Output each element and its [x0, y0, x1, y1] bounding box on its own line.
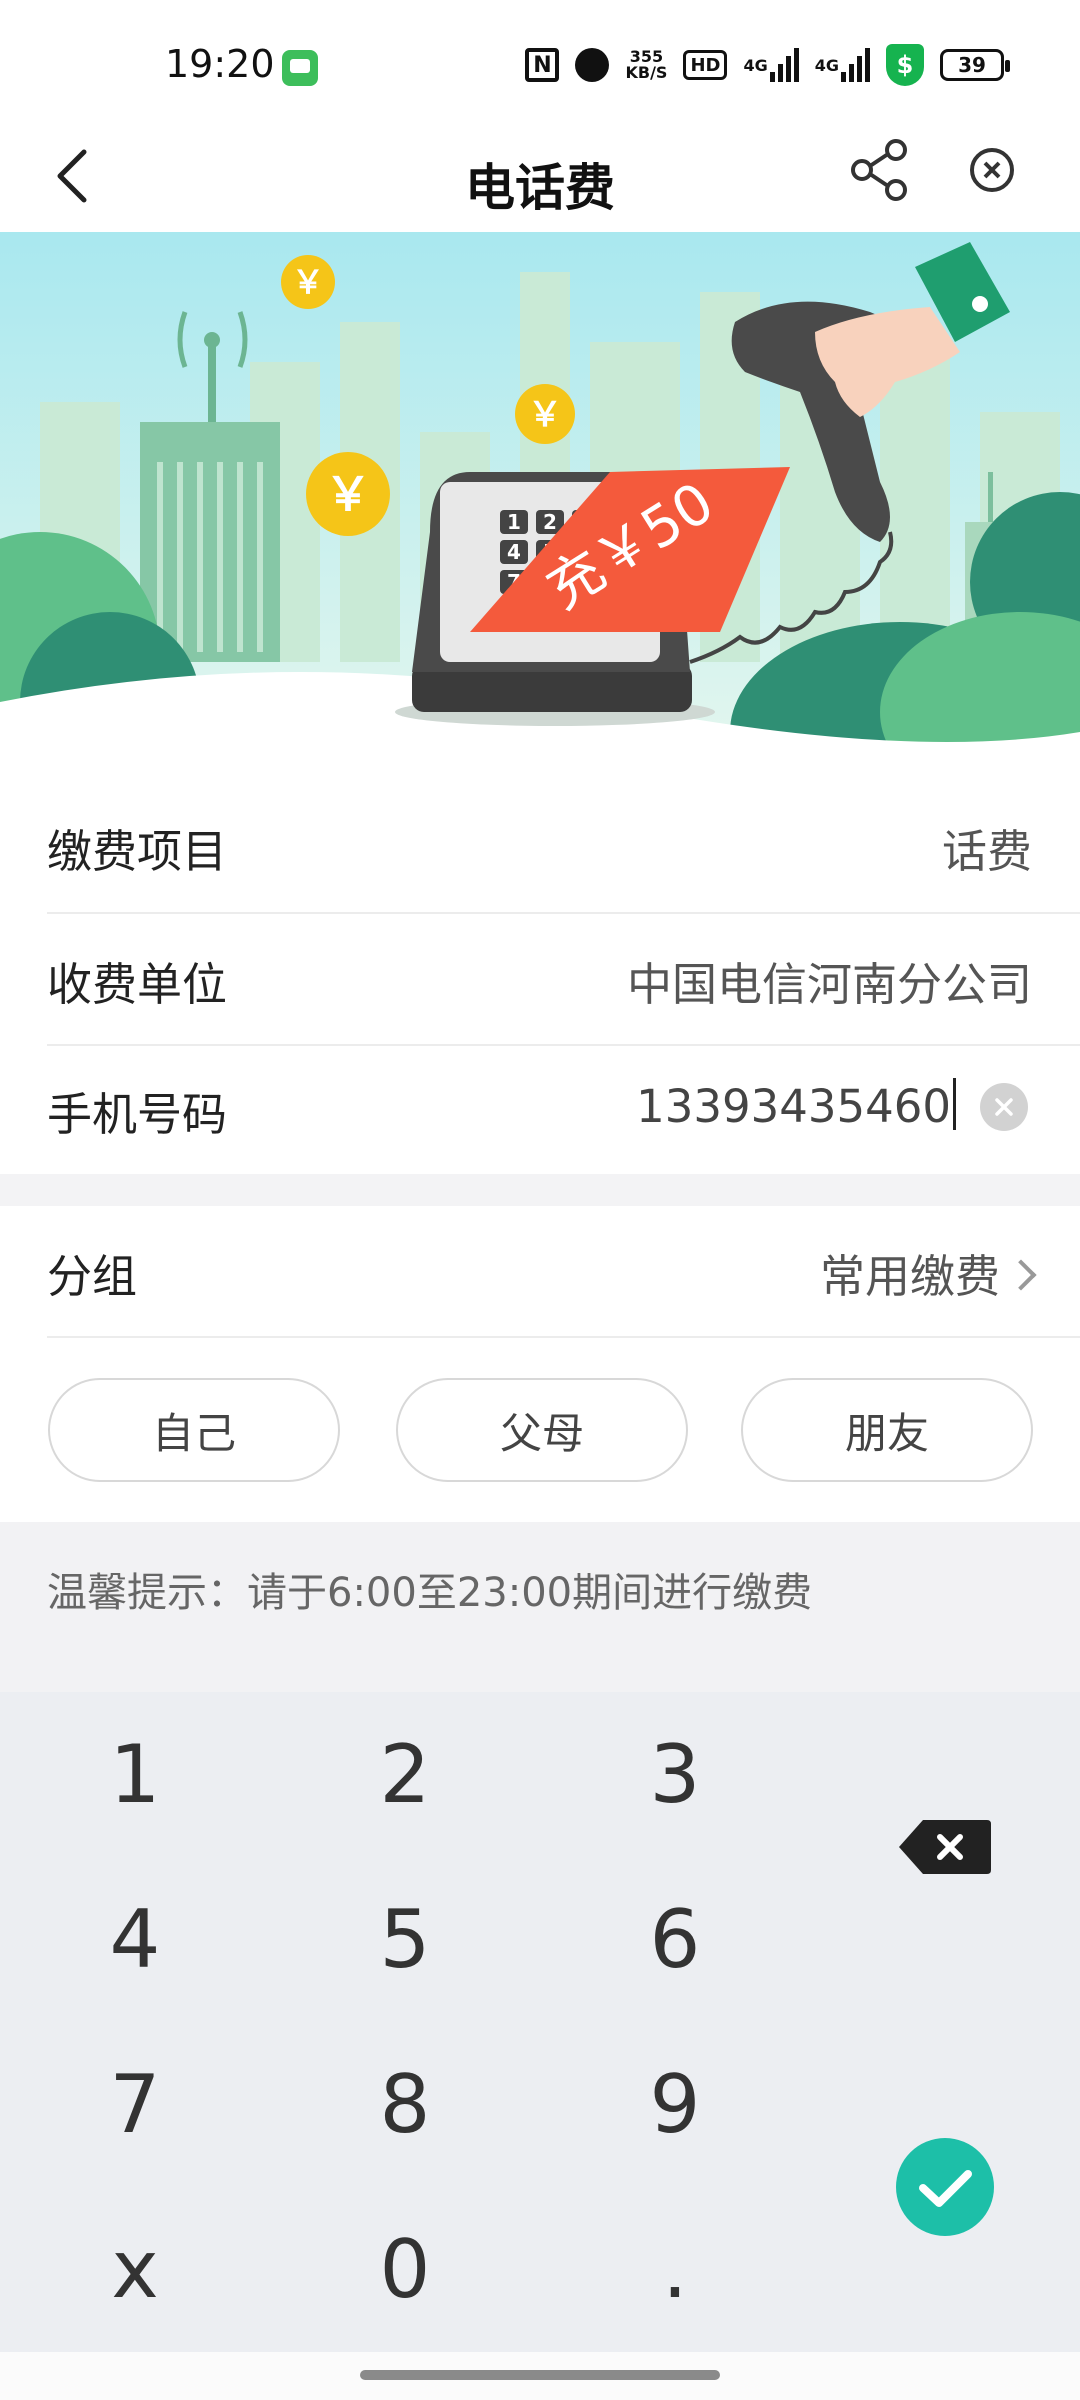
banner-illustration: ￥ ￥ ￥ 1 2 3 4 5 6 7 8 9 [0, 232, 1080, 780]
close-circle-icon [970, 148, 1014, 192]
signal-icon-1: 4G [743, 45, 799, 85]
row-pay-item: 缴费项目 话费 [0, 780, 1080, 912]
row-phone: 手机号码 13393435460 [0, 1046, 1080, 1174]
key-dot[interactable]: . [540, 2187, 810, 2352]
clear-input-button[interactable] [980, 1083, 1028, 1131]
chip-self[interactable]: 自己 [48, 1378, 340, 1482]
phone-number-value: 13393435460 [636, 1080, 951, 1133]
payee-label: 收费单位 [47, 958, 228, 1011]
share-button[interactable] [848, 138, 912, 202]
phone-label: 手机号码 [47, 1088, 228, 1141]
section-gap [0, 1174, 1080, 1206]
speed-unit: KB/S [625, 63, 668, 82]
key-5[interactable]: 5 [270, 1857, 540, 2022]
confirm-button[interactable] [810, 2104, 1080, 2269]
home-indicator[interactable] [360, 2370, 720, 2380]
key-x[interactable]: x [0, 2187, 270, 2352]
chevron-right-icon [1005, 1259, 1037, 1291]
key-4[interactable]: 4 [0, 1857, 270, 2022]
network-speed: 355 KB/S [625, 45, 667, 85]
coin-symbol-1: ￥ [292, 263, 324, 301]
text-caret [953, 1078, 956, 1130]
phone-key-1: 1 [507, 510, 521, 534]
group-value: 常用缴费 [819, 1240, 1037, 1305]
status-bar: 19:20 N 355 KB/S HD 4G 4G $ 39 [0, 0, 1080, 120]
page-title: 电话费 [465, 159, 615, 217]
numeric-keypad: 1 2 3 4 5 6 7 8 9 x 0 . [0, 1692, 1080, 2352]
backspace-button[interactable] [810, 1764, 1080, 1929]
payee-value: 中国电信河南分公司 [626, 958, 1032, 1011]
row-payee: 收费单位 中国电信河南分公司 [0, 914, 1080, 1044]
clear-icon [995, 1098, 1013, 1116]
phone-number-input[interactable]: 13393435460 [636, 1078, 956, 1133]
tip-area: 温馨提示：请于6:00至23:00期间进行缴费 [0, 1522, 1080, 1692]
share-icon [851, 139, 907, 201]
alarm-icon [575, 48, 610, 82]
key-8[interactable]: 8 [270, 2022, 540, 2187]
chip-friends[interactable]: 朋友 [741, 1378, 1033, 1482]
key-7[interactable]: 7 [0, 2022, 270, 2187]
key-6[interactable]: 6 [540, 1857, 810, 2022]
battery-icon: 39 [940, 49, 1010, 81]
coin-symbol-3: ￥ [325, 467, 371, 521]
shield-icon: $ [886, 44, 924, 86]
phone-key-4: 4 [507, 540, 521, 564]
signal-icon-2: 4G [815, 45, 870, 85]
key-2[interactable]: 2 [270, 1692, 540, 1857]
nfc-icon: N [525, 48, 560, 82]
chip-parents[interactable]: 父母 [396, 1378, 688, 1482]
key-1[interactable]: 1 [0, 1692, 270, 1857]
network-type-2: 4G [814, 55, 839, 75]
phone-key-2: 2 [543, 510, 557, 534]
coin-symbol-2: ￥ [528, 395, 562, 435]
divider [47, 1336, 1080, 1338]
message-app-icon [282, 50, 318, 86]
status-icons: N 355 KB/S HD 4G 4G $ 39 [525, 44, 1010, 86]
group-label: 分组 [47, 1250, 138, 1303]
group-selector[interactable]: 分组 常用缴费 [0, 1206, 1080, 1336]
key-0[interactable]: 0 [270, 2187, 540, 2352]
close-button[interactable] [962, 140, 1022, 200]
backspace-icon [899, 1819, 991, 1874]
hd-voice-icon: HD [683, 50, 728, 80]
key-9[interactable]: 9 [540, 2022, 810, 2187]
checkmark-icon [896, 2137, 994, 2236]
key-3[interactable]: 3 [540, 1692, 810, 1857]
pay-item-label: 缴费项目 [47, 825, 228, 878]
status-time: 19:20 [165, 42, 275, 86]
tip-text: 温馨提示：请于6:00至23:00期间进行缴费 [47, 1570, 813, 1616]
pay-item-value: 话费 [941, 825, 1032, 878]
network-type-1: 4G [743, 55, 768, 75]
nav-bar: 电话费 [0, 120, 1080, 232]
group-value-text: 常用缴费 [819, 1250, 1000, 1303]
